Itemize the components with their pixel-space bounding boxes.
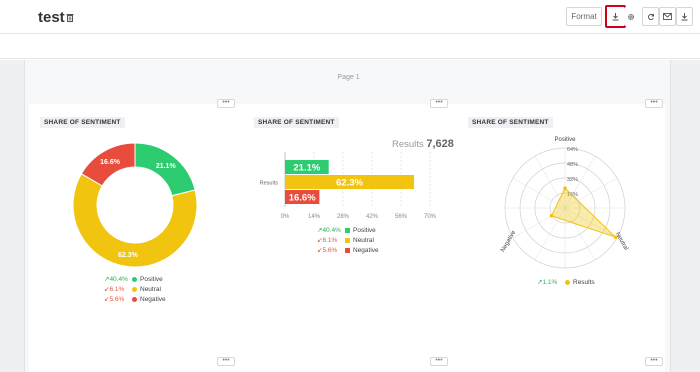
bar-widget-title: SHARE OF SENTIMENT (254, 117, 339, 128)
refresh-button[interactable] (642, 7, 659, 26)
donut-legend-label: Neutral (140, 285, 161, 293)
refresh-icon (647, 13, 654, 20)
report-title[interactable]: test (38, 9, 65, 26)
donut-legend-row: ↙5.6% Negative (104, 295, 166, 304)
results-total-label: Results (392, 139, 424, 150)
gear-icon (628, 13, 634, 20)
trash-icon[interactable] (66, 13, 74, 22)
format-label: Format (571, 12, 597, 21)
page-label: Page 1 (337, 74, 360, 81)
top-toolbar: test Format (0, 0, 700, 34)
bar-chart: 0% 14% 28% 42% 56% 70% Results 21.1% 62.3% 16.6% (260, 152, 437, 220)
donut-legend-row: ↗40.4% Positive (104, 275, 163, 284)
donut-chart: 21.1% 62.3% 16.6% (72, 142, 198, 268)
bar-x-tick-label: 42% (366, 214, 379, 220)
bar-legend-marker (345, 237, 350, 243)
donut-legend-marker (132, 286, 137, 292)
radar-widget-title: SHARE OF SENTIMENT (468, 117, 553, 128)
bar-x-tick-label: 56% (395, 214, 408, 220)
widget-resize-handle[interactable]: ••• (217, 357, 235, 366)
bar-category-label: Results (260, 181, 279, 187)
bar-x-tick-label: 14% (308, 214, 321, 220)
widget-menu-button[interactable]: ••• (645, 99, 663, 108)
radar-chart: 16%32%48%64%PositiveNeutralNegative (500, 137, 629, 269)
bar-legend-label: Neutral (353, 236, 374, 244)
bar-x-tick-label: 70% (424, 214, 437, 220)
sub-toolbar (0, 35, 700, 59)
donut-legend-change: ↗40.4% (104, 276, 128, 283)
radar-tick-label: 48% (567, 162, 578, 168)
donut-data-label: 16.6% (100, 159, 121, 166)
radar-axis-label: Positive (554, 137, 576, 143)
radar-tick-label: 32% (567, 177, 578, 183)
export-button[interactable] (676, 7, 693, 26)
radar-legend-label: Results (573, 278, 595, 286)
bar-legend-label: Negative (353, 246, 379, 254)
donut-data-label: 21.1% (156, 163, 177, 170)
radar-axis-label: Neutral (614, 232, 629, 252)
donut-legend-marker (132, 296, 137, 302)
export-icon (681, 13, 688, 21)
radar-legend-dot (565, 279, 570, 285)
bar-data-label: 21.1% (293, 163, 320, 174)
bar-legend-change: ↙6.1% (317, 237, 338, 244)
widget-menu-button[interactable]: ••• (217, 99, 235, 108)
settings-button[interactable] (624, 7, 638, 26)
radar-change: ↗ 1.1% (537, 278, 558, 287)
results-total: Results 7,628 (392, 138, 454, 150)
bar-legend-marker (345, 227, 350, 233)
donut-data-label: 62.3% (118, 252, 139, 259)
widget-resize-handle[interactable]: ••• (645, 357, 663, 366)
bar-data-label: 62.3% (336, 178, 363, 189)
radar-point-neutral[interactable] (613, 235, 618, 240)
widget-resize-handle[interactable]: ••• (430, 357, 448, 366)
donut-widget-title: SHARE OF SENTIMENT (40, 117, 125, 128)
donut-legend-label: Positive (140, 275, 163, 283)
donut-legend-change: ↙5.6% (104, 296, 125, 303)
download-icon (612, 13, 619, 21)
bar-legend-marker (345, 247, 350, 253)
widget-menu-button[interactable]: ••• (430, 99, 448, 108)
bar-data-label: 16.6% (289, 193, 316, 204)
donut-legend-label: Negative (140, 295, 166, 303)
email-button[interactable] (659, 7, 676, 26)
bar-legend-change: ↗40.4% (317, 227, 341, 234)
bar-legend-row: ↗40.4% Positive (317, 226, 376, 235)
format-button[interactable]: Format (566, 7, 602, 26)
radar-tick-label: 64% (567, 147, 578, 153)
envelope-icon (663, 13, 672, 20)
radar-point-positive[interactable] (563, 186, 567, 191)
radar-point-negative[interactable] (549, 213, 554, 218)
radar-legend: ↗ 1.1% Results (537, 278, 595, 287)
donut-legend-change: ↙6.1% (104, 286, 125, 293)
bar-legend-label: Positive (353, 226, 376, 234)
bar-legend-row: ↙6.1% Neutral (317, 236, 374, 245)
bar-x-tick-label: 0% (281, 214, 290, 220)
bar-legend-row: ↙5.6% Negative (317, 246, 379, 255)
donut-legend-marker (132, 276, 137, 282)
bar-legend-change: ↙5.6% (317, 247, 338, 254)
results-total-value: 7,628 (426, 138, 454, 150)
donut-legend-row: ↙6.1% Neutral (104, 285, 161, 294)
radar-series-area (550, 187, 616, 238)
bar-x-tick-label: 28% (337, 214, 350, 220)
download-button[interactable] (605, 5, 626, 28)
